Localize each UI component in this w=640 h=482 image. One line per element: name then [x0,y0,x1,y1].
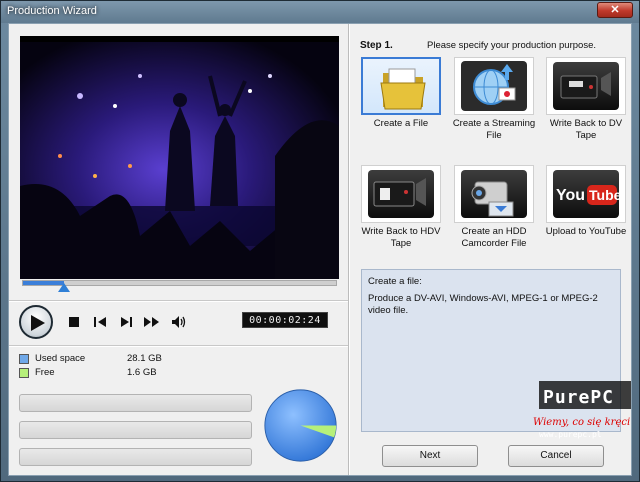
divider [9,345,348,347]
youtube-icon: You Tube [546,165,626,223]
svg-text:www.purepc.pl: www.purepc.pl [539,430,602,439]
purepc-watermark-logo: PurePC Wiemy, co się kręci ! www.purepc.… [533,381,633,439]
folder-icon [361,57,441,115]
option-label: Write Back to DV Tape [549,118,623,141]
next-button[interactable]: Next [382,445,478,467]
step-label: Step 1. [360,40,393,51]
free-space-row: Free 1.6 GB [19,367,179,379]
progress-bar-1 [19,394,252,412]
option-label: Create an HDD Camcorder File [461,226,527,249]
free-space-label: Free [35,367,55,378]
used-space-label: Used space [35,353,86,364]
option-label: Create a File [373,118,429,129]
globe-icon [454,57,534,115]
concert-scene-image [20,36,339,279]
option-label: Create a Streaming File [452,118,536,141]
svg-text:Tube: Tube [589,187,622,203]
option-youtube[interactable]: You Tube Upload to YouTube [544,165,628,238]
timeline-thumb[interactable] [57,283,70,292]
timeline-slider[interactable] [22,280,337,292]
free-space-value: 1.6 GB [127,367,157,378]
option-hdd-camcorder[interactable]: Create an HDD Camcorder File [452,165,536,250]
production-wizard-window: Production Wizard ✕ 00:00:02:24 Used spa… [0,0,640,482]
title-bar[interactable]: Production Wizard ✕ [1,1,639,23]
hdv-camcorder-icon [361,165,441,223]
svg-text:You: You [556,187,585,204]
hdd-camcorder-icon [454,165,534,223]
progress-bar-2 [19,421,252,439]
description-body: Produce a DV-AVI, Windows-AVI, MPEG-1 or… [368,293,598,316]
option-dv-tape[interactable]: Write Back to DV Tape [544,57,628,142]
close-button[interactable]: ✕ [597,2,633,18]
free-space-swatch [19,368,29,378]
option-create-file[interactable]: Create a File [359,57,443,130]
previous-frame-icon[interactable] [91,314,109,330]
window-title: Production Wizard [7,5,97,17]
preview-panel: 00:00:02:24 Used space 28.1 GB Free 1.6 … [9,24,348,475]
option-hdv-tape[interactable]: Write Back to HDV Tape [359,165,443,250]
used-space-value: 28.1 GB [127,353,162,364]
svg-text:Wiemy, co się kręci !: Wiemy, co się kręci ! [533,417,633,428]
description-title: Create a file: [368,276,422,287]
option-streaming-file[interactable]: Create a Streaming File [452,57,536,142]
play-button[interactable] [19,305,53,339]
dv-camcorder-icon [546,57,626,115]
svg-text:PurePC: PurePC [543,387,614,408]
next-frame-icon[interactable] [117,314,135,330]
option-label: Upload to YouTube [545,226,627,237]
stop-icon[interactable] [65,314,83,330]
timecode-display: 00:00:02:24 [242,312,328,328]
step-instruction: Please specify your production purpose. [427,40,596,51]
used-space-row: Used space 28.1 GB [19,353,179,365]
used-space-swatch [19,354,29,364]
play-icon [31,315,45,331]
fast-forward-icon[interactable] [143,314,161,330]
divider [9,300,348,302]
progress-bar-3 [19,448,252,466]
disk-usage-pie-chart [264,389,337,462]
volume-icon[interactable] [170,314,188,330]
option-label: Write Back to HDV Tape [361,226,441,249]
video-preview [20,36,339,279]
cancel-button[interactable]: Cancel [508,445,604,467]
